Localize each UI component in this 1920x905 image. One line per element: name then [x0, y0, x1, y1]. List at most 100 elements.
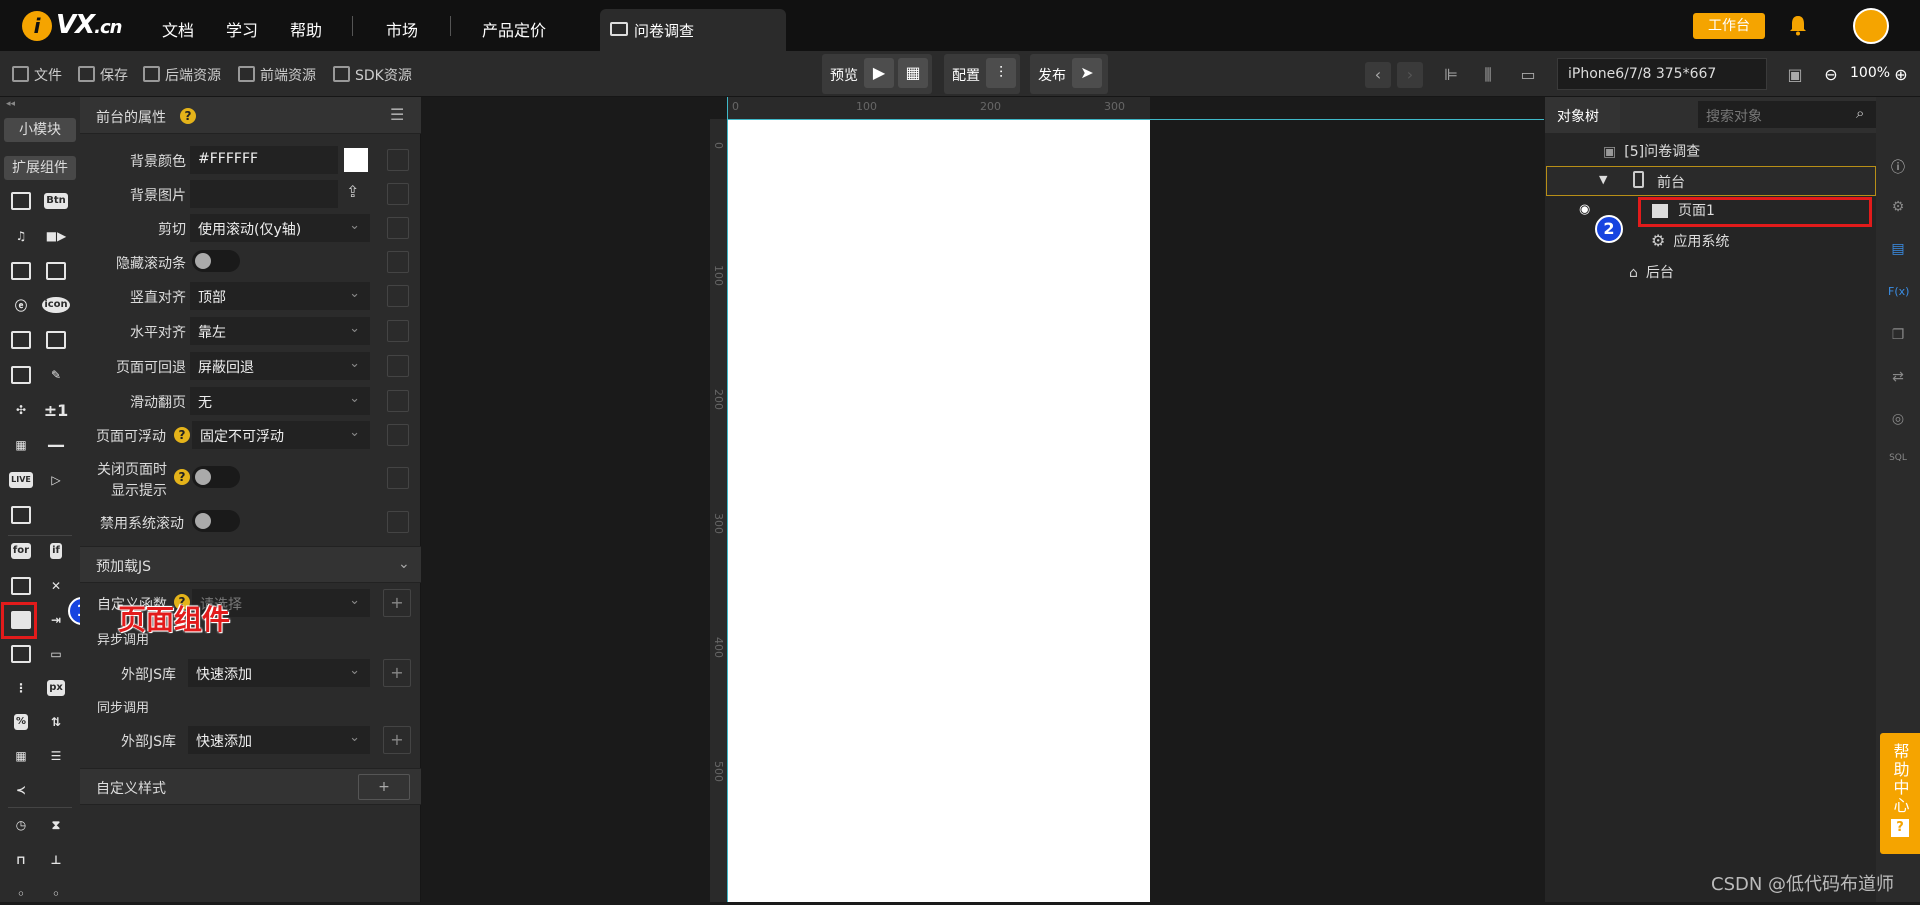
search-objects-input[interactable]: 搜索对象: [1698, 101, 1876, 128]
bell-icon[interactable]: [1788, 14, 1808, 36]
tree-node-front[interactable]: ▼ 前台: [1546, 166, 1876, 196]
phone-page-canvas[interactable]: [728, 120, 1150, 902]
nav-pricing[interactable]: 产品定价: [482, 17, 546, 41]
help-center-button[interactable]: 帮助中心 ?: [1880, 733, 1920, 854]
file-menu[interactable]: 文件: [12, 65, 62, 85]
layer-icon[interactable]: [9, 643, 33, 665]
copy-icon[interactable]: [387, 355, 409, 377]
presentation-icon[interactable]: ⊓: [9, 849, 33, 871]
help-icon[interactable]: ?: [174, 427, 190, 443]
valign-select[interactable]: 顶部 ⌄: [190, 282, 370, 310]
puzzle-icon[interactable]: ✣: [9, 399, 33, 421]
sdk-resources-button[interactable]: SDK资源: [333, 65, 412, 85]
counter-icon[interactable]: ±1: [44, 399, 69, 421]
tree-node-app-system[interactable]: ⚙ 应用系统: [1651, 231, 1729, 251]
logo-icon[interactable]: i: [22, 11, 52, 41]
word-icon[interactable]: [9, 329, 33, 351]
hide-scroll-toggle[interactable]: [192, 250, 240, 272]
qrcode-comp-icon[interactable]: ▦: [9, 434, 33, 456]
text-icon[interactable]: [9, 260, 33, 282]
sort-icon[interactable]: ⇅: [44, 711, 68, 733]
nav-market[interactable]: 市场: [386, 17, 418, 41]
tab-object-tree[interactable]: 对象树: [1545, 97, 1620, 133]
icon-comp-icon[interactable]: icon: [42, 294, 70, 316]
nav-help[interactable]: 帮助: [290, 17, 322, 41]
eye-icon[interactable]: ◉: [1579, 202, 1590, 217]
swipe-select[interactable]: 无 ⌄: [190, 387, 370, 415]
small-module-button[interactable]: 小模块: [4, 118, 76, 142]
collapse-icon[interactable]: ◂◂: [6, 99, 15, 109]
close-tip-toggle[interactable]: [192, 466, 240, 488]
copy-icon[interactable]: [387, 149, 409, 171]
copy-icon[interactable]: [387, 424, 409, 446]
table-icon[interactable]: ▦: [9, 745, 33, 767]
halign-select[interactable]: 靠左 ⌄: [190, 317, 370, 345]
backend-resources-button[interactable]: 后端资源: [143, 65, 221, 85]
settings-icon[interactable]: ⚙: [1888, 199, 1908, 217]
swap-icon[interactable]: ⇄: [1888, 369, 1908, 387]
if-icon[interactable]: if: [44, 540, 68, 562]
live-icon[interactable]: LIVE: [9, 469, 33, 491]
copy-icon[interactable]: [387, 511, 409, 533]
equalizer-icon[interactable]: [9, 504, 33, 526]
add-style-button[interactable]: +: [358, 774, 410, 800]
copy-icon[interactable]: [387, 183, 409, 205]
search-icon[interactable]: ⌕: [1856, 104, 1864, 122]
menu-icon[interactable]: ☰: [390, 105, 404, 124]
tree-root[interactable]: ▣ [5]问卷调查: [1603, 141, 1700, 161]
zoom-in-icon[interactable]: ⊕: [1888, 62, 1914, 88]
play-icon[interactable]: ▶: [864, 58, 894, 88]
music-icon[interactable]: ♫: [9, 225, 33, 247]
copy-icon[interactable]: [387, 217, 409, 239]
ext-components-button[interactable]: 扩展组件: [4, 156, 76, 180]
copy-icon[interactable]: [387, 390, 409, 412]
excel-icon[interactable]: [44, 329, 68, 351]
preload-js-section[interactable]: 预加载JS ⌄: [80, 546, 421, 583]
bg-color-input[interactable]: #FFFFFF: [190, 146, 338, 174]
ext-js-select-2[interactable]: 快速添加 ⌄: [188, 726, 370, 754]
copy-icon[interactable]: [387, 251, 409, 273]
dots-icon[interactable]: ▭: [44, 643, 68, 665]
org-chart-icon[interactable]: ⊥: [44, 849, 68, 871]
disable-scroll-toggle[interactable]: [192, 510, 240, 532]
player-icon[interactable]: ▷: [44, 469, 68, 491]
stepper-icon[interactable]: ⋮: [9, 677, 33, 699]
copy-icon[interactable]: [387, 285, 409, 307]
custom-style-section[interactable]: 自定义样式 +: [80, 768, 421, 805]
clip-select[interactable]: 使用滚动(仅y轴) ⌄: [190, 214, 370, 242]
edit-icon[interactable]: [9, 190, 33, 212]
db-icon[interactable]: ◎: [1888, 411, 1908, 429]
timer-icon[interactable]: ◷: [9, 814, 33, 836]
fx-icon[interactable]: F(x): [1888, 285, 1909, 303]
hourglass-icon[interactable]: ⧗: [44, 814, 68, 836]
align-top-icon[interactable]: ⫼: [1475, 62, 1501, 88]
float-select[interactable]: 固定不可浮动 ⌄: [192, 421, 370, 449]
for-loop-icon[interactable]: for: [9, 540, 33, 562]
save-button[interactable]: 保存: [78, 65, 128, 85]
button-comp-icon[interactable]: Btn: [44, 190, 68, 212]
shuffle-icon[interactable]: ✕: [44, 575, 68, 597]
video-icon[interactable]: ■▶: [44, 225, 68, 247]
nav-learn[interactable]: 学习: [226, 17, 258, 41]
ext-js-select[interactable]: 快速添加 ⌄: [188, 659, 370, 687]
avatar[interactable]: [1853, 8, 1889, 44]
page-jump-icon[interactable]: ⇥: [44, 609, 68, 631]
workbench-button[interactable]: 工作台: [1693, 13, 1765, 39]
frontend-resources-button[interactable]: 前端资源: [238, 65, 316, 85]
upload-icon[interactable]: ⇪: [346, 182, 359, 201]
qrcode-icon[interactable]: ▦: [898, 58, 928, 88]
tree-list-icon[interactable]: ☰: [44, 745, 68, 767]
add-ext-js-button-2[interactable]: +: [383, 726, 411, 754]
color-swatch[interactable]: [344, 148, 368, 172]
redo-icon[interactable]: ›: [1397, 62, 1423, 88]
back-select[interactable]: 屏蔽回退 ⌄: [190, 352, 370, 380]
send-icon[interactable]: ➤: [1072, 58, 1102, 88]
copy-icon[interactable]: ❐: [1888, 327, 1908, 345]
logo[interactable]: VX.cn: [56, 10, 123, 40]
percent-icon[interactable]: %: [9, 711, 33, 733]
device-icon[interactable]: ▭: [1515, 62, 1541, 88]
zoom-out-icon[interactable]: ⊖: [1818, 62, 1844, 88]
richtext-icon[interactable]: [44, 260, 68, 282]
add-ext-js-button[interactable]: +: [383, 659, 411, 687]
ppt-icon[interactable]: [9, 364, 33, 386]
